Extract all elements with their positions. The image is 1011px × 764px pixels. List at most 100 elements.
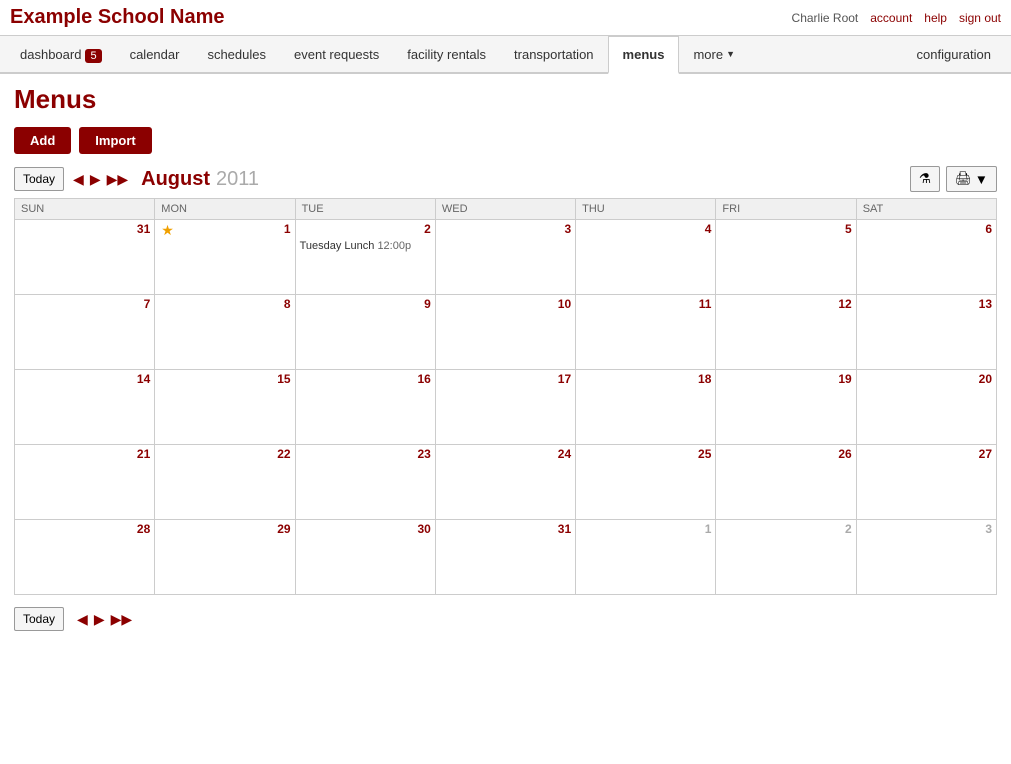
prev-button[interactable]: ◀ bbox=[70, 169, 87, 190]
calendar-cell[interactable]: 24 bbox=[435, 445, 575, 520]
day-number: 18 bbox=[698, 372, 711, 386]
calendar-week-3: 2122 23 24 25 26 27 bbox=[15, 445, 997, 520]
day-number: 28 bbox=[137, 522, 150, 536]
day-number: 4 bbox=[705, 222, 712, 236]
day-number: 3 bbox=[564, 222, 571, 236]
help-link[interactable]: help bbox=[924, 11, 947, 25]
calendar-cell[interactable]: 9 bbox=[295, 295, 435, 370]
nav-event-requests[interactable]: event requests bbox=[280, 37, 393, 72]
print-button[interactable]: 🖨 ▼ bbox=[946, 166, 997, 192]
fast-forward-button[interactable]: ▶▶ bbox=[104, 169, 132, 190]
calendar-cell[interactable]: 18 bbox=[576, 370, 716, 445]
calendar-cell[interactable]: 14 bbox=[15, 370, 155, 445]
col-header-fri: FRI bbox=[716, 199, 856, 220]
calendar-cell[interactable]: 7 bbox=[15, 295, 155, 370]
nav-calendar[interactable]: calendar bbox=[116, 37, 194, 72]
today-star-icon: ★ bbox=[161, 222, 174, 238]
calendar-week-4: 28 2930 31 12 3 bbox=[15, 520, 997, 595]
bottom-today-button[interactable]: Today bbox=[14, 607, 64, 631]
filter-button[interactable]: ⚗ bbox=[910, 166, 940, 192]
calendar-cell[interactable]: 1★ bbox=[155, 220, 295, 295]
import-button[interactable]: Import bbox=[79, 127, 151, 154]
calendar-cell[interactable]: 17 bbox=[435, 370, 575, 445]
account-link[interactable]: account bbox=[870, 11, 912, 25]
day-number: 12 bbox=[838, 297, 851, 311]
calendar-week-2: 1415 16 17 18 19 20 bbox=[15, 370, 997, 445]
day-number: 31 bbox=[558, 522, 571, 536]
col-header-thu: THU bbox=[576, 199, 716, 220]
calendar-event[interactable]: Tuesday Lunch 12:00p bbox=[300, 240, 431, 252]
calendar-cell[interactable]: 15 bbox=[155, 370, 295, 445]
day-number: 2 bbox=[424, 222, 431, 236]
day-number: 16 bbox=[417, 372, 430, 386]
print-icon: 🖨 bbox=[955, 171, 972, 187]
calendar-cell[interactable]: 12 bbox=[716, 295, 856, 370]
calendar-cell[interactable]: 5 bbox=[716, 220, 856, 295]
user-name: Charlie Root bbox=[792, 11, 859, 25]
calendar-cell[interactable]: 2 bbox=[716, 520, 856, 595]
day-number: 24 bbox=[558, 447, 571, 461]
school-name[interactable]: Example School Name bbox=[10, 6, 225, 29]
calendar-header: SUNMONTUEWEDTHUFRISAT bbox=[15, 199, 997, 220]
calendar-cell[interactable]: 10 bbox=[435, 295, 575, 370]
nav-transportation[interactable]: transportation bbox=[500, 37, 608, 72]
today-button[interactable]: Today bbox=[14, 167, 64, 191]
calendar-cell[interactable]: 4 bbox=[576, 220, 716, 295]
calendar-cell[interactable]: 29 bbox=[155, 520, 295, 595]
bottom-prev-button[interactable]: ◀ bbox=[74, 609, 91, 630]
calendar-cell[interactable]: 28 bbox=[15, 520, 155, 595]
add-button[interactable]: Add bbox=[14, 127, 71, 154]
nav-facility-rentals[interactable]: facility rentals bbox=[393, 37, 500, 72]
day-number: 20 bbox=[979, 372, 992, 386]
day-number: 6 bbox=[985, 222, 992, 236]
col-header-tue: TUE bbox=[295, 199, 435, 220]
calendar-cell[interactable]: 25 bbox=[576, 445, 716, 520]
calendar-cell[interactable]: 19 bbox=[716, 370, 856, 445]
nav-dashboard[interactable]: dashboard5 bbox=[6, 37, 116, 72]
day-number: 17 bbox=[558, 372, 571, 386]
calendar-cell[interactable]: 16 bbox=[295, 370, 435, 445]
nav-menus[interactable]: menus bbox=[608, 36, 680, 74]
sign-out-link[interactable]: sign out bbox=[959, 11, 1001, 25]
calendar-year: 2011 bbox=[216, 168, 259, 191]
calendar-month: August bbox=[141, 168, 210, 191]
filter-icon: ⚗ bbox=[919, 171, 931, 187]
calendar-cell[interactable]: 21 bbox=[15, 445, 155, 520]
day-number: 7 bbox=[144, 297, 151, 311]
nav-more[interactable]: more ▼ bbox=[679, 37, 749, 72]
nav-configuration[interactable]: configuration bbox=[903, 37, 1005, 72]
calendar-cell[interactable]: 20 bbox=[856, 370, 996, 445]
calendar-week-1: 7891011 12 13 bbox=[15, 295, 997, 370]
calendar-cell[interactable]: 22 bbox=[155, 445, 295, 520]
nav-more-label: more bbox=[693, 47, 723, 62]
calendar-cell[interactable]: 8 bbox=[155, 295, 295, 370]
calendar-cell[interactable]: 23 bbox=[295, 445, 435, 520]
calendar-cell[interactable]: 26 bbox=[716, 445, 856, 520]
day-number: 5 bbox=[845, 222, 852, 236]
day-number: 23 bbox=[417, 447, 430, 461]
next-button[interactable]: ▶ bbox=[87, 169, 104, 190]
nav-arrows: ◀ ▶ ▶▶ bbox=[70, 169, 131, 190]
calendar-cell[interactable]: 11 bbox=[576, 295, 716, 370]
day-number: 19 bbox=[838, 372, 851, 386]
calendar-cell[interactable]: 13 bbox=[856, 295, 996, 370]
cal-tools: ⚗ 🖨 ▼ bbox=[910, 166, 997, 192]
calendar-cell[interactable]: 6 bbox=[856, 220, 996, 295]
day-number: 1 bbox=[705, 522, 712, 536]
bottom-next-button[interactable]: ▶ bbox=[91, 609, 108, 630]
day-number: 26 bbox=[838, 447, 851, 461]
print-dropdown-icon: ▼ bbox=[975, 172, 988, 187]
calendar-cell[interactable]: 30 bbox=[295, 520, 435, 595]
calendar-cell[interactable]: 3 bbox=[435, 220, 575, 295]
calendar-cell[interactable]: 27 bbox=[856, 445, 996, 520]
calendar-cell[interactable]: 31 bbox=[435, 520, 575, 595]
bottom-fast-forward-button[interactable]: ▶▶ bbox=[108, 609, 136, 630]
calendar-cell[interactable]: 3 bbox=[856, 520, 996, 595]
day-number: 3 bbox=[985, 522, 992, 536]
col-header-mon: MON bbox=[155, 199, 295, 220]
calendar-cell[interactable]: 2 Tuesday Lunch 12:00p bbox=[295, 220, 435, 295]
calendar-cell[interactable]: 1 bbox=[576, 520, 716, 595]
nav-schedules[interactable]: schedules bbox=[193, 37, 280, 72]
calendar-cell[interactable]: 31 bbox=[15, 220, 155, 295]
bottom-nav-arrows: ◀ ▶ ▶▶ bbox=[74, 609, 135, 630]
